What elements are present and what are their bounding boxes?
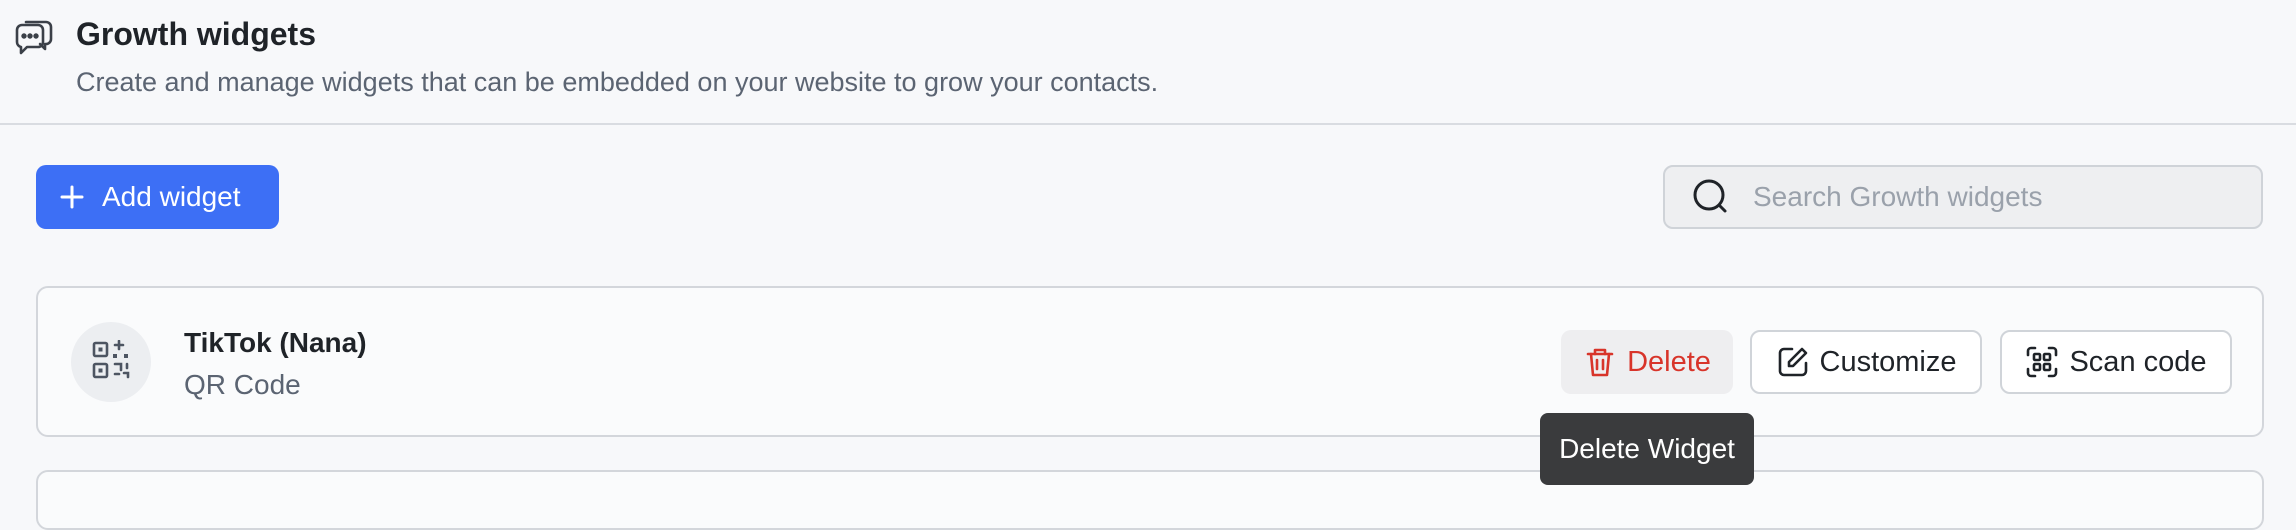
page-title: Growth widgets [76, 16, 316, 52]
plus-icon [58, 183, 86, 211]
trash-icon [1583, 345, 1617, 379]
edit-icon [1776, 345, 1810, 379]
widget-avatar [71, 322, 151, 402]
search-box[interactable] [1663, 165, 2263, 229]
search-icon [1691, 177, 1731, 217]
page-subtitle: Create and manage widgets that can be em… [76, 67, 1159, 97]
delete-label: Delete [1627, 345, 1711, 378]
widget-card: TikTok (Nana) QR Code Delete Customize S… [36, 286, 2264, 437]
qr-code-icon [91, 339, 131, 385]
search-input[interactable] [1753, 181, 2233, 213]
widget-type: QR Code [184, 369, 301, 400]
scan-code-button[interactable]: Scan code [2000, 330, 2232, 394]
delete-button[interactable]: Delete [1561, 330, 1733, 394]
scan-code-label: Scan code [2069, 345, 2207, 378]
widget-card [36, 470, 2264, 530]
customize-button[interactable]: Customize [1750, 330, 1982, 394]
delete-tooltip: Delete Widget [1540, 413, 1754, 485]
customize-label: Customize [1819, 345, 1957, 378]
widget-title: TikTok (Nana) [184, 327, 367, 358]
chat-bubbles-icon [12, 14, 56, 58]
add-widget-label: Add widget [102, 181, 241, 212]
scan-qr-icon [2025, 345, 2059, 379]
page-header: Growth widgets Create and manage widgets… [0, 0, 2296, 125]
add-widget-button[interactable]: Add widget [36, 165, 279, 229]
